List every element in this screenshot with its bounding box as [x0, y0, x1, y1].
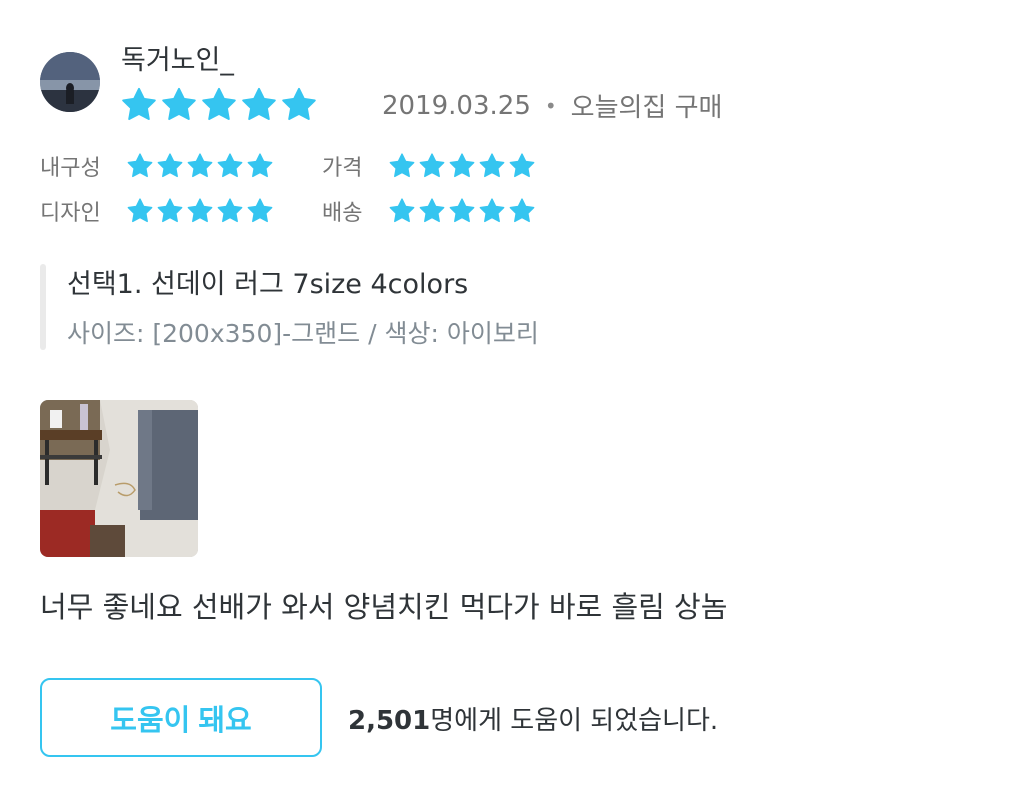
sub-rating-stars — [126, 152, 274, 180]
helpful-count-text: 2,501명에게 도움이 되었습니다. — [348, 700, 718, 737]
option-detail: 사이즈: [200x350]-그랜드 / 색상: 아이보리 — [67, 319, 539, 348]
review-date: 2019.03.25 — [382, 90, 531, 121]
sub-rating-price: 가격 — [322, 150, 536, 182]
reviewer-name[interactable]: 독거노인_ — [121, 38, 234, 77]
helpful-count-suffix: 명에게 도움이 되었습니다. — [430, 706, 719, 736]
reviewer-avatar[interactable] — [40, 52, 100, 112]
star-icon — [242, 87, 276, 121]
helpful-count: 2,501 — [348, 706, 431, 736]
star-icon — [127, 153, 153, 178]
star-icon — [449, 198, 475, 223]
review-photo-image — [40, 400, 198, 557]
star-icon — [282, 87, 316, 121]
option-accent-bar — [40, 264, 46, 350]
star-icon — [449, 153, 475, 178]
sub-rating-design: 디자인 — [40, 195, 274, 227]
avatar-image — [40, 52, 100, 112]
overall-rating — [120, 86, 318, 124]
sub-rating-durability: 내구성 — [40, 150, 274, 182]
star-icon — [187, 153, 213, 178]
review-body: 너무 좋네요 선배가 와서 양념치킨 먹다가 바로 흘림 상놈 — [40, 590, 728, 624]
star-icon — [389, 198, 415, 223]
star-icon — [202, 87, 236, 121]
star-icon — [419, 153, 445, 178]
star-icon — [157, 153, 183, 178]
helpful-button[interactable]: 도움이 돼요 — [40, 678, 322, 757]
star-icon — [509, 198, 535, 223]
sub-rating-stars — [126, 197, 274, 225]
star-icon — [389, 153, 415, 178]
sub-rating-label: 내구성 — [40, 156, 101, 181]
star-icon — [127, 198, 153, 223]
star-icon — [419, 198, 445, 223]
star-icon — [509, 153, 535, 178]
review-photo[interactable] — [40, 400, 198, 557]
sub-rating-label: 배송 — [322, 201, 363, 226]
sub-rating-stars — [388, 197, 536, 225]
star-icon — [217, 153, 243, 178]
star-icon — [247, 198, 273, 223]
star-icon — [247, 153, 273, 178]
star-icon — [162, 87, 196, 121]
review-meta: 2019.03.25 • 오늘의집 구매 — [382, 87, 722, 124]
purchased-option: 선택1. 선데이 러그 7size 4colors 사이즈: [200x350]… — [40, 262, 640, 350]
star-icon — [122, 87, 156, 121]
star-icon — [479, 153, 505, 178]
sub-rating-label: 가격 — [322, 156, 363, 181]
star-icon — [217, 198, 243, 223]
sub-rating-stars — [388, 152, 536, 180]
separator-dot: • — [544, 93, 557, 118]
star-icon — [479, 198, 505, 223]
option-title: 선택1. 선데이 러그 7size 4colors — [67, 269, 469, 300]
sub-rating-label: 디자인 — [40, 201, 101, 226]
sub-rating-delivery: 배송 — [322, 195, 536, 227]
star-icon — [187, 198, 213, 223]
star-icon — [157, 198, 183, 223]
purchase-source: 오늘의집 구매 — [570, 93, 723, 123]
